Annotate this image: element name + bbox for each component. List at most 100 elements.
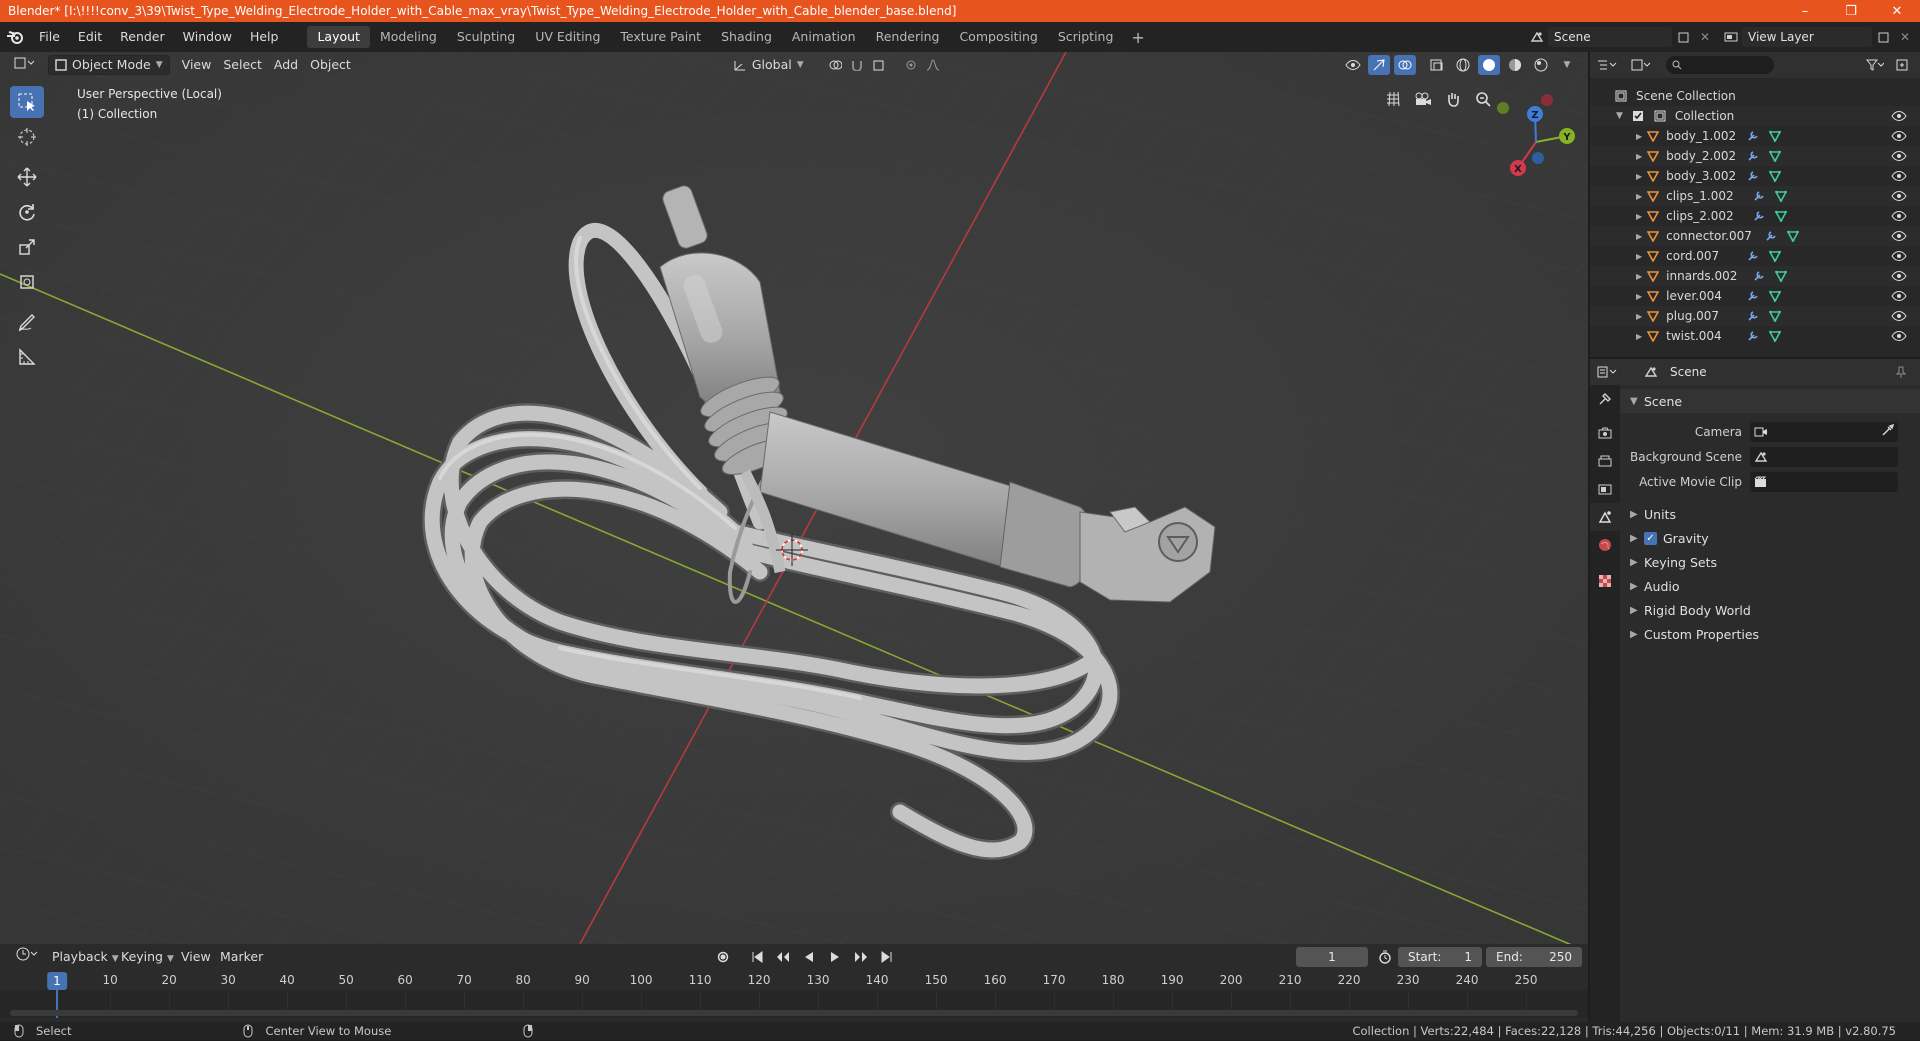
- restore-button[interactable]: ❐: [1828, 0, 1874, 22]
- play-icon[interactable]: [824, 947, 846, 967]
- overlay-toggle-icon[interactable]: [1394, 55, 1416, 75]
- tab-modeling[interactable]: Modeling: [370, 26, 447, 48]
- eye-icon[interactable]: [1888, 126, 1910, 146]
- mesh-data-icon[interactable]: [1770, 186, 1792, 206]
- tab-texture-paint[interactable]: Texture Paint: [610, 26, 711, 48]
- mesh-data-icon[interactable]: [1764, 306, 1786, 326]
- measure-tool[interactable]: [10, 341, 44, 373]
- modifier-wrench-icon[interactable]: [1760, 226, 1782, 246]
- outliner-object-row[interactable]: ▶ cord.007: [1590, 246, 1920, 266]
- timeline-scrollbar[interactable]: [10, 1010, 1578, 1016]
- menu-view[interactable]: View: [176, 55, 218, 75]
- eye-icon[interactable]: [1888, 226, 1910, 246]
- panel-audio-header[interactable]: ▶ Audio: [1620, 574, 1920, 598]
- outliner-object-row[interactable]: ▶ clips_1.002: [1590, 186, 1920, 206]
- camera-view-icon[interactable]: [1410, 86, 1436, 112]
- active-movie-clip-field[interactable]: [1750, 471, 1898, 492]
- modifier-wrench-icon[interactable]: [1742, 306, 1764, 326]
- tab-shading[interactable]: Shading: [711, 26, 782, 48]
- panel-rigid-body-world-header[interactable]: ▶ Rigid Body World: [1620, 598, 1920, 622]
- tab-world[interactable]: [1590, 531, 1620, 559]
- background-scene-field[interactable]: [1750, 446, 1898, 467]
- next-keyframe-icon[interactable]: [850, 947, 872, 967]
- panel-custom-properties-header[interactable]: ▶ Custom Properties: [1620, 622, 1920, 646]
- modifier-wrench-icon[interactable]: [1742, 166, 1764, 186]
- eye-icon[interactable]: [1888, 306, 1910, 326]
- outliner-search-input[interactable]: [1666, 56, 1774, 74]
- solid-shading-icon[interactable]: [1478, 55, 1500, 75]
- scene-selector[interactable]: Scene ✕: [1526, 26, 1716, 48]
- eye-icon[interactable]: [1888, 326, 1910, 346]
- modifier-wrench-icon[interactable]: [1748, 266, 1770, 286]
- panel-keying-sets-header[interactable]: ▶ Keying Sets: [1620, 550, 1920, 574]
- blender-logo-icon[interactable]: [0, 22, 30, 52]
- move-tool[interactable]: [10, 161, 44, 193]
- display-mode-icon[interactable]: [1630, 55, 1652, 75]
- snap-target-icon[interactable]: [868, 55, 890, 75]
- pan-view-icon[interactable]: [1440, 86, 1466, 112]
- modifier-wrench-icon[interactable]: [1742, 246, 1764, 266]
- filter-icon[interactable]: [1864, 55, 1886, 75]
- keying-menu[interactable]: Keying ▼: [115, 947, 180, 967]
- mesh-data-icon[interactable]: [1764, 286, 1786, 306]
- viewlayer-selector[interactable]: View Layer ✕: [1720, 26, 1916, 48]
- timeline-ruler[interactable]: 1 10 20 30 40 50 60 70 80 90 100 110 120 130 140 150 160…: [0, 970, 1588, 990]
- tab-compositing[interactable]: Compositing: [949, 26, 1047, 48]
- marker-menu[interactable]: Marker: [214, 947, 269, 967]
- object-visibility-icon[interactable]: [1342, 55, 1364, 75]
- outliner-collection[interactable]: ▼ Collection: [1590, 106, 1920, 126]
- pivot-icon[interactable]: [824, 55, 846, 75]
- mesh-data-icon[interactable]: [1770, 266, 1792, 286]
- tab-texture[interactable]: [1590, 567, 1620, 595]
- tab-rendering[interactable]: Rendering: [866, 26, 950, 48]
- transform-orientation-dropdown[interactable]: Global ▼: [727, 55, 810, 75]
- outliner-object-row[interactable]: ▶ connector.007: [1590, 226, 1920, 246]
- outliner-object-row[interactable]: ▶ clips_2.002: [1590, 206, 1920, 226]
- menu-file[interactable]: File: [30, 26, 69, 48]
- viewport-scene[interactable]: [0, 52, 1588, 944]
- tab-sculpting[interactable]: Sculpting: [447, 26, 525, 48]
- minimize-button[interactable]: –: [1782, 0, 1828, 22]
- falloff-icon[interactable]: [922, 55, 944, 75]
- tab-tool[interactable]: [1590, 385, 1620, 413]
- tab-scene[interactable]: [1590, 503, 1620, 531]
- rendered-shading-icon[interactable]: [1530, 55, 1552, 75]
- select-box-tool[interactable]: [10, 86, 44, 118]
- panel-units-header[interactable]: ▶ Units: [1620, 502, 1920, 526]
- modifier-wrench-icon[interactable]: [1748, 186, 1770, 206]
- outliner-scene-collection[interactable]: Scene Collection: [1590, 86, 1920, 106]
- collection-checkbox[interactable]: [1627, 106, 1649, 126]
- modifier-wrench-icon[interactable]: [1748, 206, 1770, 226]
- timeline-editor-type-icon[interactable]: [10, 947, 44, 967]
- pin-icon[interactable]: [1890, 362, 1912, 382]
- editor-type-icon[interactable]: [8, 55, 40, 75]
- copy-icon[interactable]: [1872, 27, 1894, 47]
- modifier-wrench-icon[interactable]: [1742, 326, 1764, 346]
- start-frame-field[interactable]: Start: 1: [1398, 947, 1482, 967]
- camera-field[interactable]: [1750, 421, 1898, 442]
- tab-scripting[interactable]: Scripting: [1048, 26, 1124, 48]
- eye-icon[interactable]: [1888, 246, 1910, 266]
- cursor-tool[interactable]: [10, 121, 44, 153]
- menu-edit[interactable]: Edit: [69, 26, 111, 48]
- playback-menu[interactable]: Playback ▼: [46, 947, 125, 967]
- eyedropper-icon[interactable]: [1882, 423, 1895, 439]
- tab-animation[interactable]: Animation: [782, 26, 866, 48]
- outliner-editor-type-icon[interactable]: [1596, 55, 1618, 75]
- menu-select[interactable]: Select: [217, 55, 268, 75]
- outliner-object-row[interactable]: ▶ twist.004: [1590, 326, 1920, 346]
- tab-output[interactable]: [1590, 447, 1620, 475]
- playhead-frame-indicator[interactable]: 1: [47, 972, 67, 990]
- viewlayer-name-field[interactable]: View Layer: [1742, 27, 1872, 47]
- jump-end-icon[interactable]: [876, 947, 898, 967]
- add-workspace-button[interactable]: +: [1123, 28, 1152, 47]
- outliner-object-row[interactable]: ▶ body_2.002: [1590, 146, 1920, 166]
- outliner-object-row[interactable]: ▶ plug.007: [1590, 306, 1920, 326]
- eye-icon[interactable]: [1888, 166, 1910, 186]
- chevron-down-icon[interactable]: ▼: [1616, 111, 1623, 121]
- end-frame-field[interactable]: End: 250: [1486, 947, 1582, 967]
- gravity-checkbox[interactable]: ✓: [1644, 531, 1657, 545]
- mesh-data-icon[interactable]: [1764, 146, 1786, 166]
- tab-render[interactable]: [1590, 419, 1620, 447]
- jump-start-icon[interactable]: [746, 947, 768, 967]
